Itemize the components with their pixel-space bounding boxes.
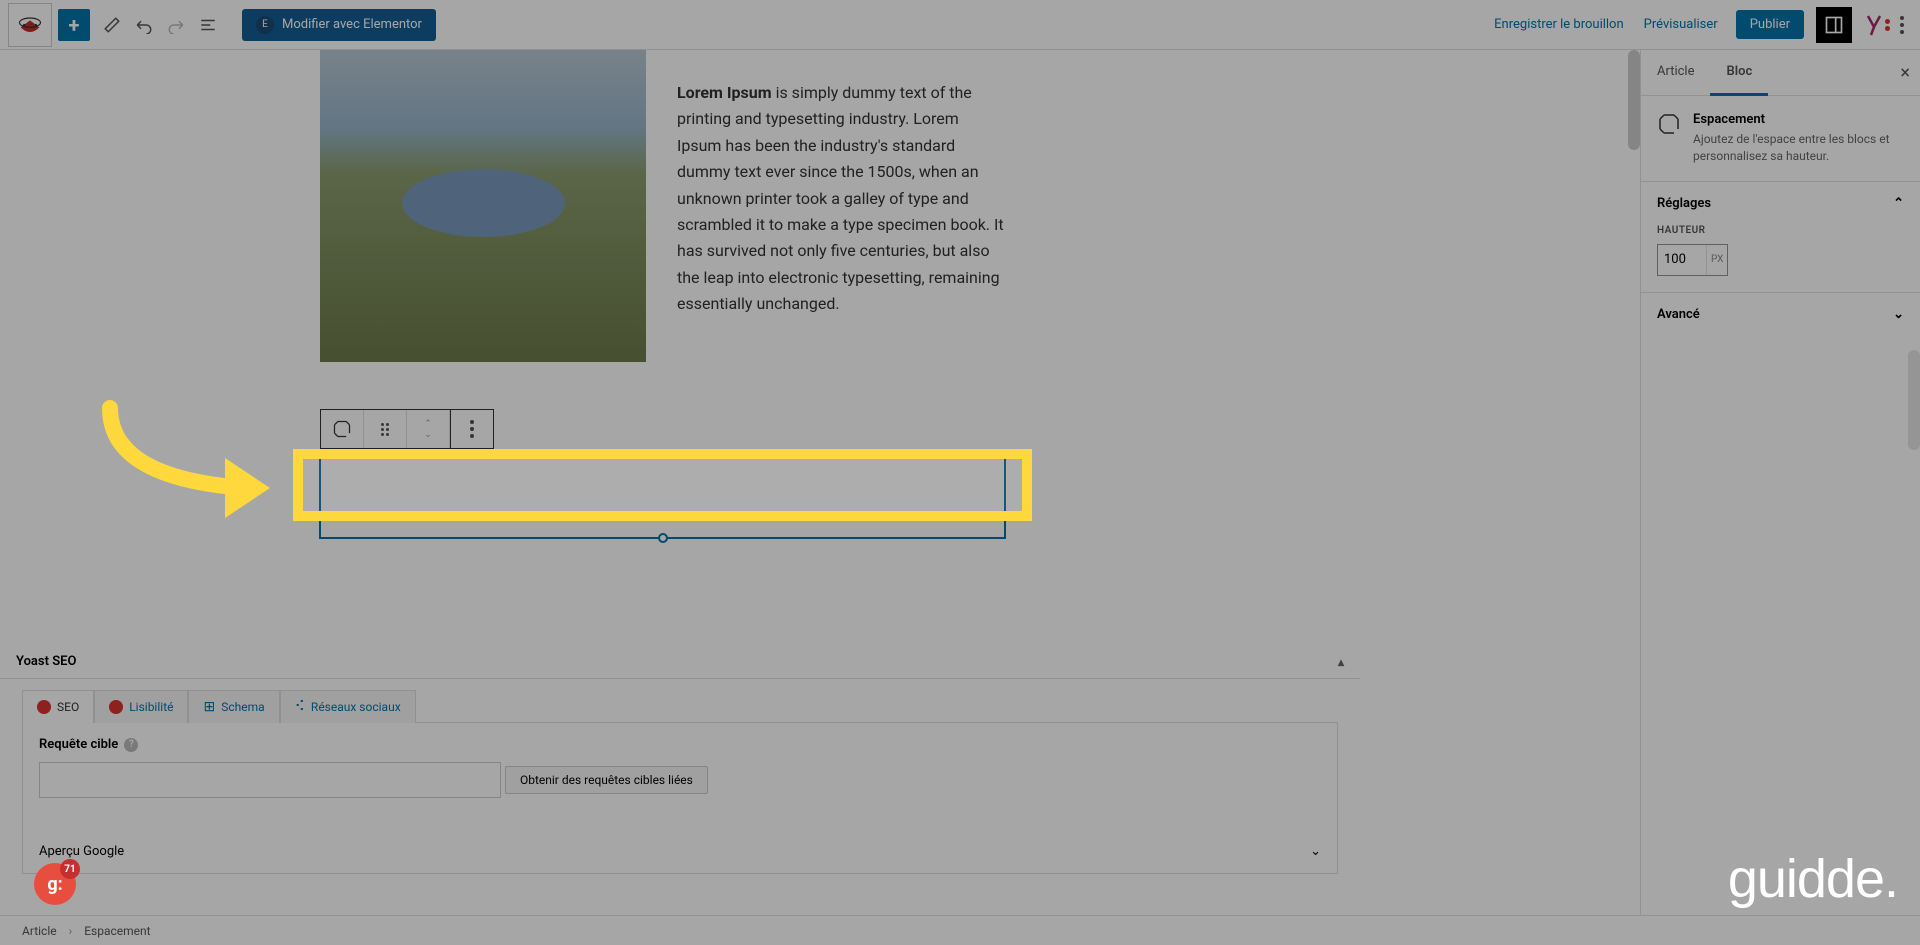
height-input[interactable] bbox=[1658, 245, 1706, 275]
block-description: Ajoutez de l'espace entre les blocs et p… bbox=[1693, 131, 1904, 165]
spacer-block-icon[interactable] bbox=[321, 410, 364, 448]
more-options-icon[interactable] bbox=[1900, 16, 1904, 34]
share-icon bbox=[295, 699, 305, 715]
featured-image[interactable] bbox=[320, 50, 646, 362]
resize-handle[interactable] bbox=[658, 533, 668, 543]
yoast-icon[interactable] bbox=[1856, 7, 1892, 43]
assistant-badge[interactable]: g: 71 bbox=[34, 863, 76, 905]
collapse-panel-icon[interactable]: ▴ bbox=[1338, 655, 1344, 669]
preview-link[interactable]: Prévisualiser bbox=[1644, 17, 1718, 32]
height-label: HAUTEUR bbox=[1657, 225, 1904, 236]
elementor-edit-button[interactable]: E Modifier avec Elementor bbox=[242, 9, 436, 41]
yoast-panel-title: Yoast SEO bbox=[16, 654, 76, 669]
close-icon[interactable]: × bbox=[1900, 62, 1910, 83]
google-preview-label: Aperçu Google bbox=[39, 844, 124, 859]
breadcrumb: Article › Espacement bbox=[0, 915, 1920, 945]
schema-icon bbox=[203, 699, 215, 715]
save-draft-link[interactable]: Enregistrer le brouillon bbox=[1494, 17, 1624, 32]
lead-text: Lorem Ipsum bbox=[677, 83, 772, 102]
sad-face-icon bbox=[37, 700, 51, 714]
tab-seo[interactable]: SEO bbox=[22, 690, 94, 723]
get-related-keywords-button[interactable]: Obtenir des requêtes cibles liées bbox=[505, 766, 708, 794]
tab-readability[interactable]: Lisibilité bbox=[94, 690, 188, 723]
wp-logo[interactable] bbox=[8, 3, 52, 47]
chevron-up-icon: ⌃ bbox=[1893, 196, 1904, 211]
elementor-label: Modifier avec Elementor bbox=[282, 17, 422, 32]
settings-sidebar: Article Bloc × Espacement Ajoutez de l'e… bbox=[1640, 50, 1920, 915]
document-outline-icon[interactable] bbox=[192, 9, 224, 41]
tab-article[interactable]: Article bbox=[1641, 50, 1710, 95]
badge-count: 71 bbox=[60, 859, 80, 879]
tab-social[interactable]: Réseaux sociaux bbox=[280, 690, 416, 723]
scrollbar[interactable] bbox=[1908, 350, 1920, 450]
tab-block[interactable]: Bloc bbox=[1710, 50, 1768, 96]
breadcrumb-separator: › bbox=[69, 924, 73, 938]
yoast-tabs: SEO Lisibilité Schema Réseaux sociaux bbox=[0, 679, 1360, 722]
top-toolbar: + E Modifier avec Elementor Enregistrer … bbox=[0, 0, 1920, 50]
help-icon[interactable]: ? bbox=[124, 738, 138, 752]
chevron-down-icon[interactable]: ⌄ bbox=[1310, 844, 1321, 859]
add-block-button[interactable]: + bbox=[58, 9, 90, 41]
breadcrumb-root[interactable]: Article bbox=[22, 924, 57, 938]
undo-icon[interactable] bbox=[128, 9, 160, 41]
move-up-down-icon[interactable]: ⌃⌄ bbox=[407, 410, 450, 448]
focus-keyword-input[interactable] bbox=[39, 762, 501, 798]
spacer-icon bbox=[1657, 112, 1681, 136]
block-name: Espacement bbox=[1693, 112, 1904, 127]
yoast-seo-panel: Yoast SEO ▴ SEO Lisibilité Schema Réseau… bbox=[0, 645, 1360, 885]
chevron-down-icon: ⌄ bbox=[1893, 307, 1904, 322]
block-toolbar: ⌃⌄ bbox=[320, 409, 494, 449]
focus-keyword-label: Requête cible? bbox=[39, 737, 1321, 752]
height-unit[interactable]: PX bbox=[1706, 245, 1727, 275]
guidde-watermark: guidde. bbox=[1728, 848, 1898, 910]
publish-button[interactable]: Publier bbox=[1736, 10, 1804, 39]
highlight-spotlight bbox=[303, 459, 1022, 511]
advanced-toggle[interactable]: Avancé ⌄ bbox=[1641, 293, 1920, 336]
elementor-icon: E bbox=[256, 16, 274, 34]
tab-schema[interactable]: Schema bbox=[188, 690, 279, 723]
settings-toggle[interactable]: Réglages ⌃ bbox=[1641, 182, 1920, 225]
annotation-arrow bbox=[95, 398, 285, 528]
block-more-options-icon[interactable] bbox=[450, 410, 493, 448]
sidebar-toggle-icon[interactable] bbox=[1816, 7, 1852, 43]
redo-icon[interactable] bbox=[160, 9, 192, 41]
body-text: is simply dummy text of the printing and… bbox=[677, 83, 1004, 313]
paragraph-block[interactable]: Lorem Ipsum is simply dummy text of the … bbox=[677, 80, 1007, 318]
edit-icon[interactable] bbox=[96, 9, 128, 41]
breadcrumb-current[interactable]: Espacement bbox=[84, 924, 150, 938]
sad-face-icon bbox=[109, 700, 123, 714]
scrollbar[interactable] bbox=[1628, 50, 1640, 150]
drag-handle-icon[interactable] bbox=[364, 410, 407, 448]
